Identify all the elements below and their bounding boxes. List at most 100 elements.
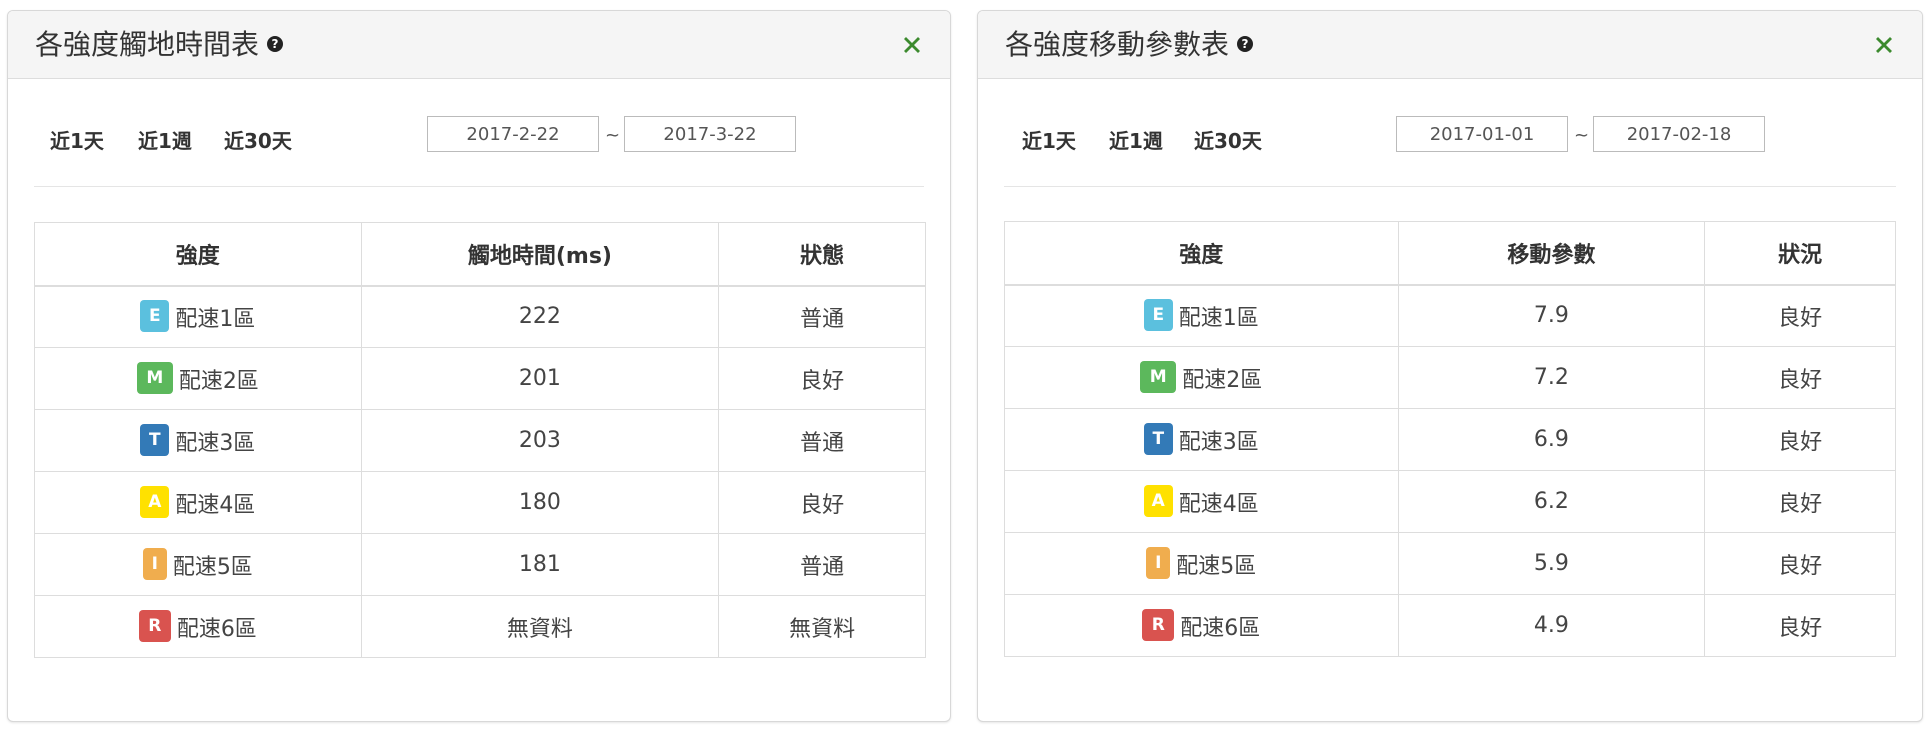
table-header-row: 強度 移動參數 狀況 [1004,221,1896,286]
condition-cell: 良好 [1704,346,1896,409]
divider [34,186,924,187]
date-separator: ~ [605,125,621,146]
table-row: I 配速5區 181 普通 [34,533,926,596]
table-header-row: 強度 觸地時間(ms) 狀態 [34,222,926,287]
quick-range-1-day[interactable]: 近1天 [1022,125,1076,154]
table-row: E 配速1區 222 普通 [34,285,926,348]
movement-parameter-cell: 6.2 [1397,470,1706,533]
quick-range-30-days[interactable]: 近30天 [224,125,292,154]
status-cell: 普通 [718,285,926,348]
intensity-cell: E 配速1區 [34,285,362,348]
movement-parameter-cell: 4.9 [1397,594,1706,657]
zone-badge-m: M [1140,360,1177,393]
zone-label: 配速2區 [1182,367,1263,393]
condition-cell: 良好 [1704,470,1896,533]
intensity-cell: R 配速6區 [1004,594,1399,657]
end-date-input[interactable] [624,116,796,152]
zone-badge-r: R [1142,608,1175,641]
status-cell: 普通 [718,533,926,596]
zone-badge-m: M [136,361,173,394]
zone-badge-a: A [140,485,170,518]
intensity-cell: M 配速2區 [34,347,362,410]
zone-badge-r: R [138,609,171,642]
intensity-cell: E 配速1區 [1004,284,1399,347]
quick-range-1-week[interactable]: 近1週 [1109,125,1163,154]
contact-time-cell: 180 [360,471,720,534]
contact-time-cell: 201 [360,347,720,410]
panel-header: 各強度觸地時間表? [8,11,950,79]
panel-title: 各強度觸地時間表? [35,28,284,61]
panel-title-text: 各強度觸地時間表 [35,28,260,61]
table-row: T 配速3區 6.9 良好 [1004,408,1896,471]
contact-time-cell: 222 [360,285,720,348]
close-icon[interactable] [900,33,924,57]
column-header-status: 狀態 [718,222,926,287]
quick-range-1-day[interactable]: 近1天 [50,125,104,154]
intensity-cell: I 配速5區 [34,533,362,596]
zone-label: 配速5區 [172,554,253,580]
date-filter-row: 近1天 近1週 近30天 ~ [978,109,1922,159]
movement-parameter-cell: 7.9 [1397,284,1706,347]
zone-label: 配速3區 [1178,429,1259,455]
zone-badge-e: E [140,299,170,332]
quick-range-1-week[interactable]: 近1週 [138,125,192,154]
table-row: R 配速6區 無資料 無資料 [34,595,926,658]
ground-contact-time-panel: 各強度觸地時間表? 近1天 近1週 近30天 ~ 強度 觸地時間(ms) 狀態 [7,10,951,722]
status-cell: 無資料 [718,595,926,658]
column-header-intensity: 強度 [1004,221,1399,286]
table-row: T 配速3區 203 普通 [34,409,926,472]
zone-badge-a: A [1143,484,1173,517]
date-filter-row: 近1天 近1週 近30天 ~ [8,109,950,159]
zone-badge-e: E [1143,298,1173,331]
condition-cell: 良好 [1704,532,1896,595]
start-date-input[interactable] [1396,116,1568,152]
help-icon[interactable]: ? [1237,36,1254,52]
panel-title: 各強度移動參數表? [1005,29,1254,61]
zone-badge-i: I [142,547,167,580]
intensity-cell: A 配速4區 [34,471,362,534]
zone-label: 配速4區 [175,492,256,518]
intensity-cell: I 配速5區 [1004,532,1399,595]
zone-badge-t: T [140,423,170,456]
intensity-cell: M 配速2區 [1004,346,1399,409]
zone-label: 配速6區 [176,616,257,642]
column-header-contact-time: 觸地時間(ms) [360,222,720,287]
ground-contact-time-table: 強度 觸地時間(ms) 狀態 E 配速1區 222 普通 M 配速2區 201 良好… [34,222,926,658]
table-row: E 配速1區 7.9 良好 [1004,284,1896,347]
condition-cell: 良好 [1704,284,1896,347]
table-row: I 配速5區 5.9 良好 [1004,532,1896,595]
intensity-cell: A 配速4區 [1004,470,1399,533]
zone-label: 配速4區 [1178,491,1259,517]
movement-parameter-cell: 6.9 [1397,408,1706,471]
table-row: A 配速4區 6.2 良好 [1004,470,1896,533]
movement-parameter-panel: 各強度移動參數表? 近1天 近1週 近30天 ~ 強度 移動參數 狀況 [977,10,1923,722]
zone-label: 配速1區 [1178,305,1259,331]
column-header-intensity: 強度 [34,222,362,287]
panel-header: 各強度移動參數表? [978,11,1922,79]
column-header-condition: 狀況 [1704,221,1896,286]
close-icon[interactable] [1872,33,1896,57]
status-cell: 普通 [718,409,926,472]
zone-label: 配速2區 [178,368,259,394]
movement-parameter-cell: 7.2 [1397,346,1706,409]
start-date-input[interactable] [427,116,599,152]
zone-label: 配速6區 [1180,615,1261,641]
table-row: A 配速4區 180 良好 [34,471,926,534]
end-date-input[interactable] [1593,116,1765,152]
quick-range-30-days[interactable]: 近30天 [1194,125,1262,154]
table-row: R 配速6區 4.9 良好 [1004,594,1896,657]
status-cell: 良好 [718,471,926,534]
condition-cell: 良好 [1704,594,1896,657]
contact-time-cell: 無資料 [360,595,720,658]
movement-parameter-cell: 5.9 [1397,532,1706,595]
status-cell: 良好 [718,347,926,410]
column-header-movement-parameter: 移動參數 [1397,221,1706,286]
zone-label: 配速3區 [175,430,256,456]
zone-label: 配速1區 [175,306,256,332]
intensity-cell: R 配速6區 [34,595,362,658]
divider [1004,186,1896,187]
help-icon[interactable]: ? [267,36,284,52]
table-row: M 配速2區 201 良好 [34,347,926,410]
zone-badge-i: I [1146,546,1171,579]
condition-cell: 良好 [1704,408,1896,471]
